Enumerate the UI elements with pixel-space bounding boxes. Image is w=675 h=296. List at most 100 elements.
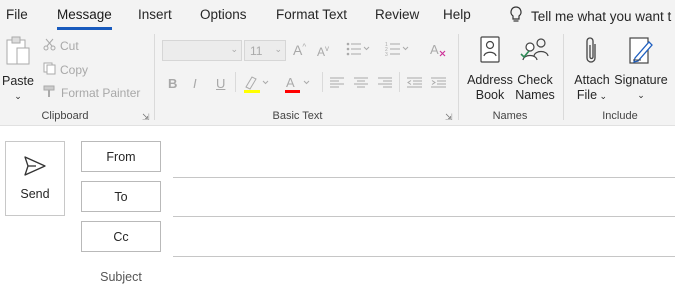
bullets-button[interactable] [346,42,370,59]
to-label: To [114,189,128,204]
chevron-down-icon: ⌄ [637,90,645,100]
address-book-icon [478,36,502,68]
cc-label: Cc [113,229,129,244]
clipboard-icon [5,36,31,72]
italic-button[interactable]: I [193,76,197,91]
svg-text:A: A [286,75,295,90]
cc-field[interactable] [173,256,675,257]
chevron-down-icon: ⌄ [14,91,22,101]
group-separator [458,34,459,120]
tab-help[interactable]: Help [443,7,471,22]
tab-insert[interactable]: Insert [138,7,172,22]
address-book-label-2: Book [475,88,505,102]
grow-font-label: A [293,42,303,58]
attach-file-button[interactable]: Attach File ⌄ [572,36,612,104]
separator [322,72,323,92]
highlight-button[interactable] [243,74,271,97]
tab-message[interactable]: Message [57,7,112,30]
align-right-icon [378,77,392,92]
scissors-icon [43,38,56,54]
bullet-list-icon [346,42,370,59]
grow-font-button[interactable]: A^ [293,42,306,58]
tab-options[interactable]: Options [200,7,247,22]
decrease-indent-icon [407,77,422,92]
font-size-combobox[interactable]: 11 ⌄ [244,40,286,61]
check-names-icon [519,36,551,68]
signature-label: Signature [614,73,668,87]
separator [235,72,236,92]
to-button[interactable]: To [81,181,161,212]
check-names-button[interactable]: Check Names [513,36,557,103]
include-group-label: Include [602,110,638,122]
group-separator [154,34,155,120]
check-names-label-1: Check [517,73,553,87]
shrink-font-label: A [317,45,326,59]
font-color-icon: A [284,75,312,97]
send-icon [24,156,46,179]
dialog-launcher-icon[interactable]: ⇲ [445,112,453,123]
tab-format-text[interactable]: Format Text [276,7,347,22]
address-book-button[interactable]: Address Book [466,36,514,103]
svg-text:3: 3 [385,52,388,56]
signature-button[interactable]: Signature ⌄ [614,36,668,103]
paintbrush-icon [43,85,57,101]
font-size-value: 11 [250,44,263,58]
svg-text:A: A [430,42,439,57]
address-book-label-1: Address [467,73,513,87]
dialog-launcher-icon[interactable]: ⇲ [142,112,150,123]
align-left-button[interactable] [330,77,344,92]
format-painter-label: Format Painter [61,86,141,100]
cc-button[interactable]: Cc [81,221,161,252]
send-label: Send [20,187,50,201]
check-names-label-2: Names [515,88,555,102]
file-label: File [576,88,598,102]
cut-button[interactable]: Cut [43,38,79,54]
copy-button[interactable]: Copy [43,62,88,78]
chevron-down-icon: ⌄ [230,44,238,54]
chevron-down-icon: ⌄ [597,91,608,101]
from-label: From [106,149,136,164]
clear-formatting-button[interactable]: A [430,42,448,61]
tell-me-search[interactable]: Tell me what you want t [509,6,671,26]
copy-icon [43,62,56,78]
lightbulb-icon [509,6,523,26]
separator [399,72,400,92]
shrink-font-button[interactable]: Av [317,44,329,59]
align-right-button[interactable] [378,77,392,92]
tell-me-text: Tell me what you want t [531,8,672,24]
to-field[interactable] [173,216,675,217]
font-name-combobox[interactable]: ⌄ [162,40,242,61]
from-field[interactable] [173,177,675,178]
tab-file[interactable]: File [6,7,28,22]
increase-indent-icon [431,77,446,92]
send-button[interactable]: Send [5,141,65,216]
align-left-icon [330,77,344,92]
underline-button[interactable]: U [216,76,225,91]
bold-button[interactable]: B [168,76,177,91]
tab-review[interactable]: Review [375,7,419,22]
names-group-label: Names [492,110,528,122]
font-color-button[interactable]: A [284,74,312,97]
highlighter-icon [243,76,271,97]
increase-indent-button[interactable] [431,77,446,92]
align-center-button[interactable] [354,77,368,92]
numbering-button[interactable]: 123 [385,42,409,59]
attach-label: Attach [574,73,610,87]
ribbon: Paste ⌄ Cut Copy Format Painter Clipboar… [0,30,675,126]
paste-button[interactable]: Paste ⌄ [2,36,34,104]
paperclip-icon [584,36,600,70]
subject-label: Subject [100,270,142,284]
copy-label: Copy [60,63,89,77]
clipboard-group-label: Clipboard [41,110,89,122]
clear-formatting-icon: A [430,42,448,61]
decrease-indent-button[interactable] [407,77,422,92]
cut-label: Cut [60,39,79,53]
from-button[interactable]: From [81,141,161,172]
attach-file-line: File ⌄ [577,88,607,104]
format-painter-button[interactable]: Format Painter [43,85,140,101]
paste-label: Paste [2,74,34,88]
ribbon-tab-bar: File Message Insert Options Format Text … [0,0,675,30]
signature-icon [627,36,655,70]
align-center-icon [354,77,368,92]
numbered-list-icon: 123 [385,42,409,59]
